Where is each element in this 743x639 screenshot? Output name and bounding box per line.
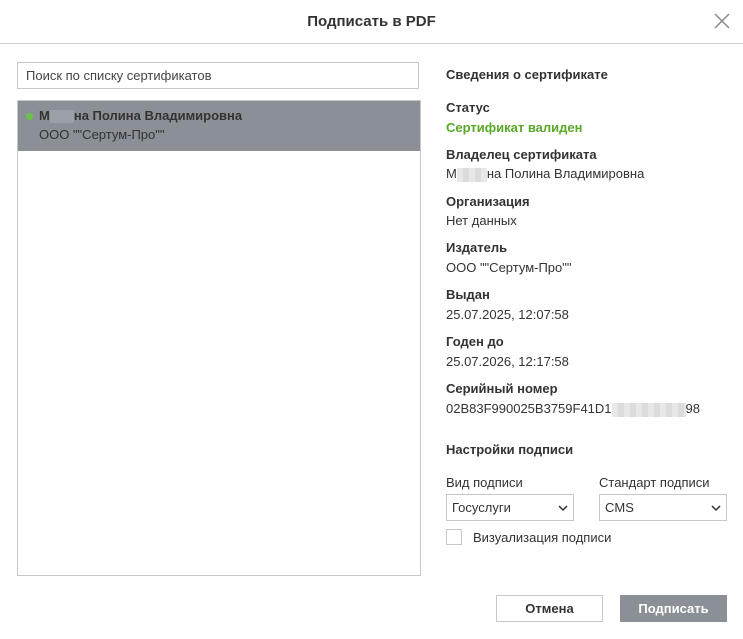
serial-number-label: Серийный номер [446, 381, 558, 396]
status-label: Статус [446, 100, 490, 115]
signature-standard-label: Стандарт подписи [599, 475, 710, 490]
certificate-list-item[interactable]: Мна Полина Владимировна ООО ""Сертум-Про… [18, 101, 420, 151]
valid-until-value: 25.07.2026, 12:17:58 [446, 354, 569, 369]
signature-type-value: Госуслуги [452, 500, 511, 515]
redacted-patch [456, 167, 487, 182]
status-value: Сертификат валиден [446, 120, 583, 135]
signature-type-select[interactable]: Госуслуги [446, 494, 574, 521]
redacted-patch [611, 402, 686, 417]
signature-standard-value: CMS [605, 500, 634, 515]
signature-standard-select[interactable]: CMS [599, 494, 727, 521]
chevron-down-icon [558, 505, 568, 512]
signature-type-label: Вид подписи [446, 475, 523, 490]
valid-until-label: Годен до [446, 334, 504, 349]
visualize-signature-label: Визуализация подписи [473, 530, 612, 545]
chevron-down-icon [711, 505, 721, 512]
certificate-issuer: ООО ""Сертум-Про"" [39, 127, 165, 142]
dialog-header: Подписать в PDF [0, 0, 743, 44]
visualize-signature-checkbox[interactable] [446, 529, 462, 545]
serial-number-value: 02B83F990025B3759F41D1 98 [446, 401, 700, 417]
signature-settings-title: Настройки подписи [446, 442, 574, 457]
certificate-details-title: Сведения о сертификате [446, 67, 608, 82]
sign-pdf-dialog: Подписать в PDF Мна Полина Владимировна … [0, 0, 743, 639]
organization-value: Нет данных [446, 213, 517, 228]
valid-status-dot-icon [26, 113, 33, 120]
certificate-list: Мна Полина Владимировна ООО ""Сертум-Про… [17, 100, 421, 576]
cancel-button[interactable]: Отмена [496, 595, 603, 622]
issued-value: 25.07.2025, 12:07:58 [446, 307, 569, 322]
certificate-search-input[interactable] [17, 62, 419, 89]
redacted-patch [49, 110, 74, 124]
sign-button[interactable]: Подписать [620, 595, 727, 622]
organization-label: Организация [446, 194, 530, 209]
certificate-owner-name: Мна Полина Владимировна [39, 108, 243, 124]
owner-label: Владелец сертификата [446, 147, 597, 162]
issuer-value: ООО ""Сертум-Про"" [446, 260, 572, 275]
dialog-title: Подписать в PDF [307, 13, 436, 30]
close-icon[interactable] [713, 12, 731, 30]
issued-label: Выдан [446, 287, 490, 302]
owner-value: Мна Полина Владимировна [446, 166, 645, 182]
issuer-label: Издатель [446, 240, 508, 255]
